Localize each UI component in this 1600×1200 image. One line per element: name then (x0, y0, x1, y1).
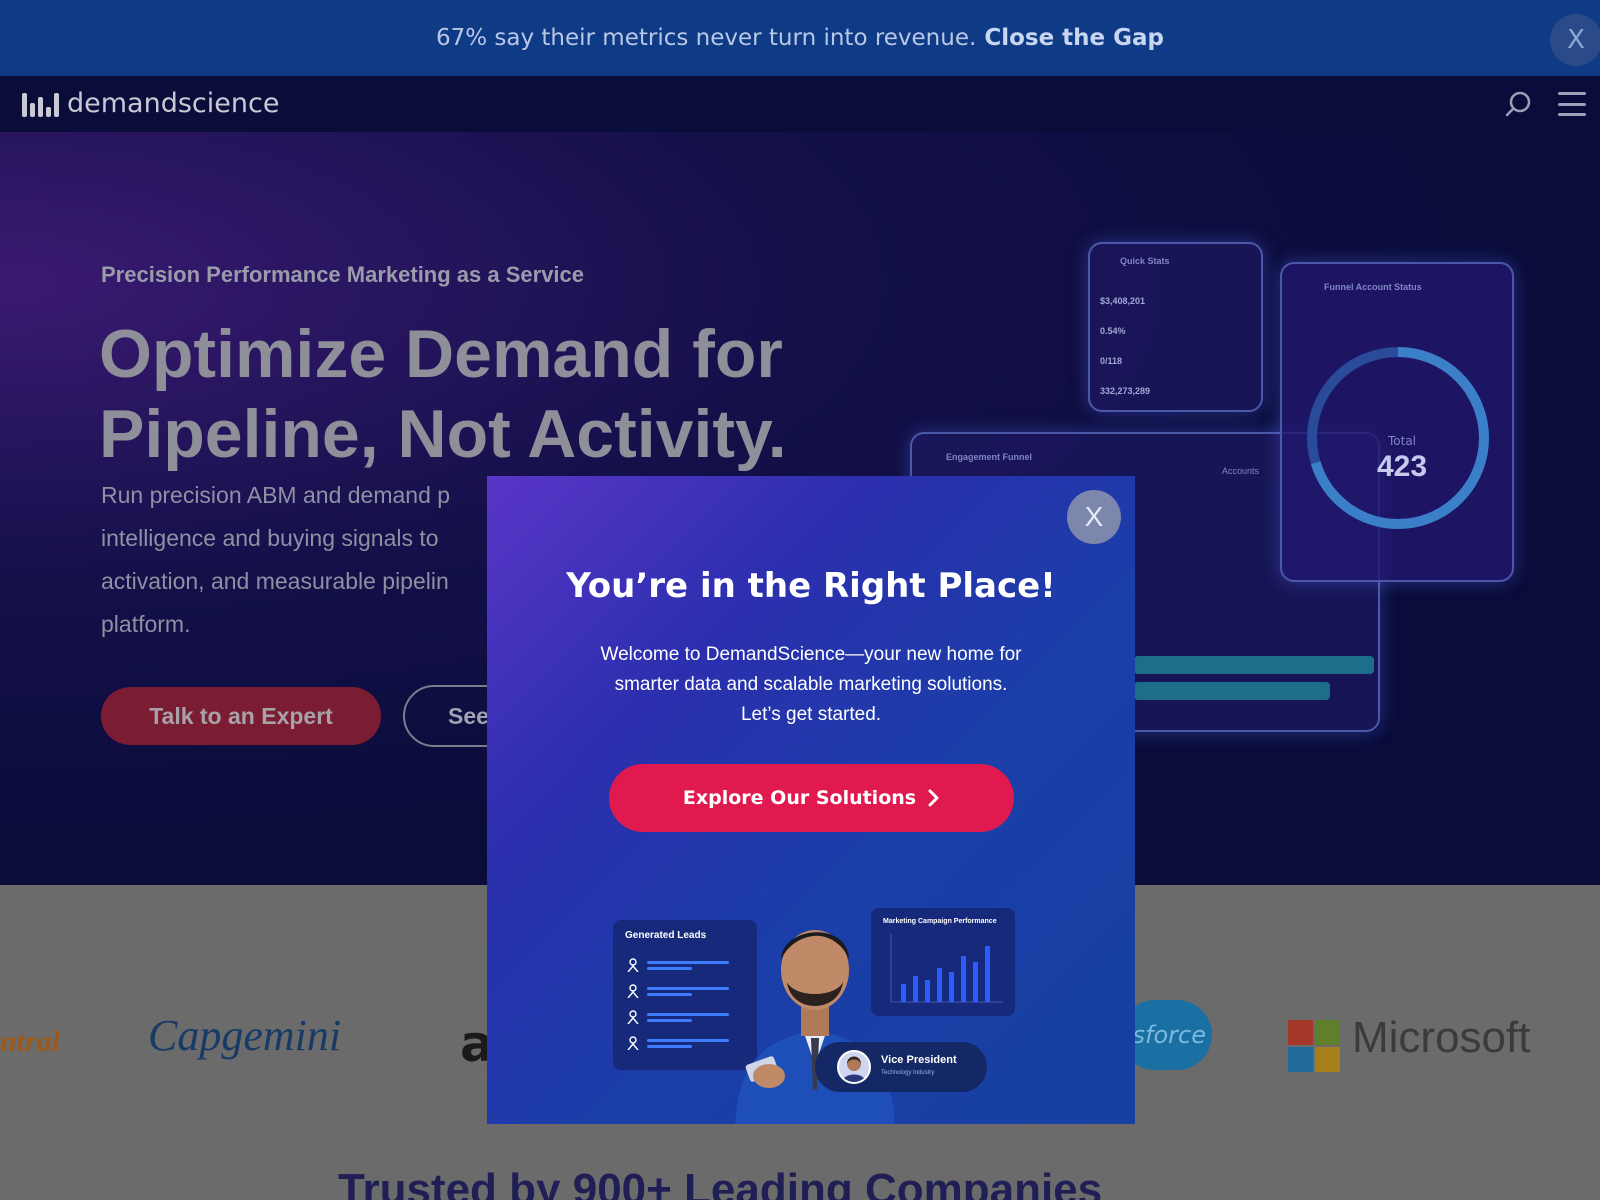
badge-subtitle: Technology Industry (881, 1070, 935, 1076)
quick-stats-title: Quick Stats (1120, 256, 1170, 266)
announcement-close-button[interactable]: X (1550, 14, 1600, 66)
site-header: demandscience (0, 76, 1600, 132)
person-icon (627, 984, 639, 998)
announcement-bar: 67% say their metrics never turn into re… (0, 0, 1600, 76)
chevron-right-icon (928, 789, 939, 807)
modal-close-button[interactable]: X (1067, 490, 1121, 544)
logo-mark-icon (22, 91, 59, 117)
badge-title: Vice President (881, 1054, 957, 1066)
hero-headline-line1: Optimize Demand for (99, 316, 783, 392)
hero-body-line: activation, and measurable pipelin (101, 568, 449, 594)
menu-icon[interactable] (1558, 92, 1586, 116)
funnel-account-status-card: Funnel Account Status (1280, 262, 1514, 582)
hero-body-line: platform. (101, 611, 191, 637)
avatar (837, 1050, 871, 1084)
generated-leads-title: Generated Leads (625, 930, 707, 941)
engagement-bar (1134, 682, 1330, 700)
quick-stat-value: 332,273,289 (1100, 386, 1151, 396)
hero-headline: Optimize Demand for Pipeline, Not Activi… (99, 314, 879, 474)
hero-headline-line2: Pipeline, Not Activity. (99, 396, 787, 472)
microsoft-logo-icon (1288, 1020, 1340, 1072)
funnel-total-value: 423 (1376, 450, 1428, 483)
hero-body-line: Run precision ABM and demand p (101, 482, 451, 508)
announcement-text: 67% say their metrics never turn into re… (435, 25, 977, 51)
lead-row (627, 1036, 737, 1050)
modal-body-line: Welcome to DemandScience—your new home f… (600, 644, 1022, 665)
person-icon (627, 958, 639, 972)
hero-eyebrow: Precision Performance Marketing as a Ser… (101, 262, 585, 287)
explore-solutions-label: Explore Our Solutions (682, 787, 917, 809)
search-icon[interactable] (1505, 90, 1533, 118)
hero-body: Run precision ABM and demand p intellige… (101, 474, 501, 646)
announcement-link[interactable]: Close the Gap (984, 25, 1164, 51)
person-icon (627, 1010, 639, 1024)
engagement-funnel-title: Engagement Funnel (946, 452, 1033, 462)
vice-president-badge: Vice President Technology Industry (815, 1042, 987, 1092)
quick-stat-value: $3,408,201 (1100, 296, 1146, 306)
modal-title: You’re in the Right Place! (566, 566, 1056, 606)
trusted-heading: Trusted by 900+ Leading Companies (338, 1165, 1103, 1200)
modal-body: Welcome to DemandScience—your new home f… (561, 640, 1061, 730)
engagement-tag: Accounts (1222, 466, 1260, 476)
modal-body-line: Let’s get started. (740, 704, 882, 725)
person-icon (627, 1036, 639, 1050)
quick-stat-value: 0/118 (1100, 356, 1123, 366)
client-logo-capgemini: Capgemini (148, 1011, 342, 1060)
avatar-person-icon (842, 1056, 866, 1082)
lead-row (627, 958, 737, 972)
brand-logo[interactable]: demandscience (22, 88, 279, 119)
welcome-modal: X You’re in the Right Place! Welcome to … (487, 476, 1135, 1124)
quick-stats-card: Quick Stats $3,408,201 0.54% 0/118 332,2… (1088, 242, 1263, 412)
modal-body-line: smarter data and scalable marketing solu… (614, 674, 1008, 695)
logo-text: demandscience (67, 88, 280, 119)
lead-row (627, 984, 737, 998)
lead-row (627, 1010, 737, 1024)
client-logo: ntral (0, 1025, 61, 1058)
funnel-total-label: Total (1387, 434, 1417, 448)
hero-body-line: intelligence and buying signals to (101, 525, 439, 551)
explore-solutions-button[interactable]: Explore Our Solutions (609, 764, 1014, 832)
quick-stat-value: 0.54% (1100, 326, 1126, 336)
funnel-card-title: Funnel Account Status (1324, 282, 1422, 292)
engagement-bar (1134, 656, 1374, 674)
talk-to-expert-button[interactable]: Talk to an Expert (101, 687, 381, 745)
client-logo-microsoft: Microsoft (1352, 1013, 1531, 1062)
